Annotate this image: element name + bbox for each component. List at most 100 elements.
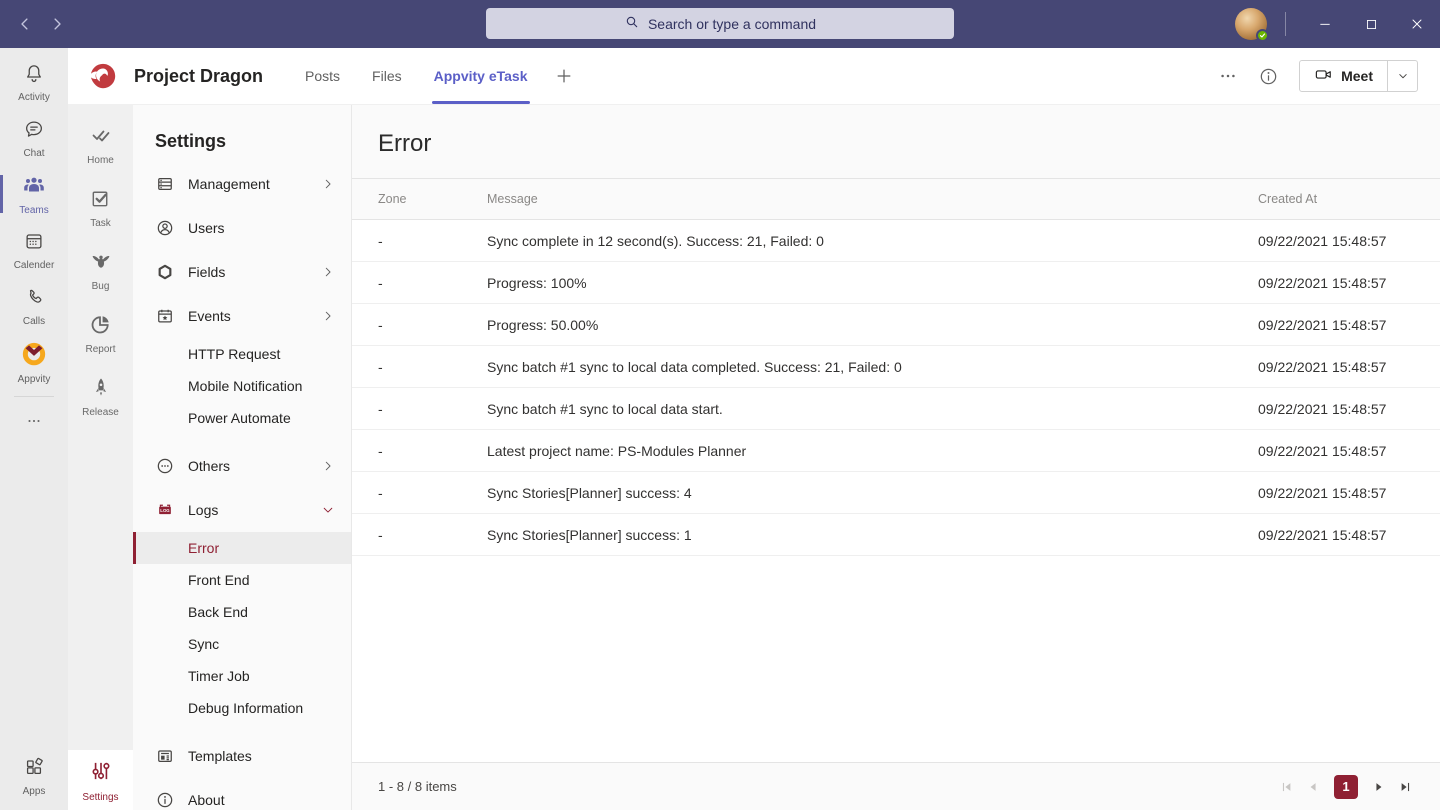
- module-bug[interactable]: Bug: [68, 239, 133, 302]
- table-row[interactable]: - Latest project name: PS-Modules Planne…: [352, 430, 1440, 472]
- events-calendar-icon: [155, 306, 175, 326]
- nav-forward-icon[interactable]: [48, 15, 66, 33]
- tab-files[interactable]: Files: [356, 48, 418, 104]
- nav-others[interactable]: Others: [133, 444, 351, 488]
- camera-icon: [1314, 65, 1333, 87]
- sidebar-item-teams[interactable]: Teams: [0, 166, 68, 222]
- module-settings[interactable]: Settings: [68, 750, 133, 810]
- current-page-button[interactable]: 1: [1334, 775, 1358, 799]
- minimize-button[interactable]: [1302, 0, 1348, 48]
- pagination-bar: 1 - 8 / 8 items 1: [352, 762, 1440, 810]
- etask-module-rail: Home Task Bug Report Release: [68, 105, 133, 810]
- teams-window: Search or type a command: [0, 0, 1440, 810]
- table-row[interactable]: - Sync Stories[Planner] success: 1 09/22…: [352, 514, 1440, 556]
- main-content: Error Zone Message Created At - Sync com…: [352, 105, 1440, 810]
- nav-users[interactable]: Users: [133, 206, 351, 250]
- tab-appvity-etask[interactable]: Appvity eTask: [418, 48, 544, 104]
- cell-zone: -: [352, 275, 487, 291]
- task-checkbox-icon: [89, 187, 112, 215]
- sidebar-item-calendar[interactable]: Calender: [0, 222, 68, 278]
- cell-message: Progress: 50.00%: [487, 317, 1258, 333]
- meet-options-chevron-icon[interactable]: [1387, 61, 1417, 91]
- module-release[interactable]: Release: [68, 365, 133, 428]
- bell-icon: [23, 62, 45, 89]
- add-tab-icon[interactable]: [554, 66, 574, 86]
- channel-info-icon[interactable]: [1258, 66, 1279, 87]
- titlebar-divider: [1285, 12, 1286, 36]
- close-button[interactable]: [1394, 0, 1440, 48]
- cell-created-at: 09/22/2021 15:48:57: [1258, 275, 1440, 291]
- table-row[interactable]: - Sync Stories[Planner] success: 4 09/22…: [352, 472, 1440, 514]
- nav-logs-error[interactable]: Error: [133, 532, 351, 564]
- tab-posts[interactable]: Posts: [289, 48, 356, 104]
- nav-logs-front-end[interactable]: Front End: [133, 564, 351, 596]
- team-name: Project Dragon: [134, 66, 263, 87]
- sidebar-item-activity[interactable]: Activity: [0, 54, 68, 110]
- calendar-icon: [23, 230, 45, 257]
- table-row[interactable]: - Sync complete in 12 second(s). Success…: [352, 220, 1440, 262]
- nav-back-icon[interactable]: [16, 15, 34, 33]
- window-titlebar: Search or type a command: [0, 0, 1440, 48]
- more-apps-icon[interactable]: [0, 403, 68, 439]
- module-report[interactable]: Report: [68, 302, 133, 365]
- fields-icon: [155, 262, 175, 282]
- chevron-right-icon: [321, 459, 335, 473]
- module-home[interactable]: Home: [68, 113, 133, 176]
- nav-logs-sync[interactable]: Sync: [133, 628, 351, 660]
- search-input[interactable]: Search or type a command: [486, 8, 954, 39]
- page-title: Error: [352, 105, 1440, 178]
- first-page-icon[interactable]: [1280, 780, 1294, 794]
- chevron-right-icon: [321, 265, 335, 279]
- more-options-icon[interactable]: [1218, 66, 1238, 86]
- table-row[interactable]: - Progress: 100% 09/22/2021 15:48:57: [352, 262, 1440, 304]
- cell-message: Progress: 100%: [487, 275, 1258, 291]
- nav-logs-timer-job[interactable]: Timer Job: [133, 660, 351, 692]
- presence-available-icon: [1256, 29, 1269, 42]
- nav-http-request[interactable]: HTTP Request: [133, 338, 351, 370]
- column-header-created-at[interactable]: Created At: [1258, 192, 1440, 206]
- sidebar-item-appvity[interactable]: Appvity: [0, 334, 68, 390]
- app-bar: Activity Chat Teams Calender Calls: [0, 48, 68, 810]
- cell-message: Sync batch #1 sync to local data complet…: [487, 359, 1258, 375]
- avatar[interactable]: [1235, 8, 1267, 40]
- sidebar-item-chat[interactable]: Chat: [0, 110, 68, 166]
- cell-zone: -: [352, 359, 487, 375]
- nav-fields[interactable]: Fields: [133, 250, 351, 294]
- phone-icon: [23, 286, 45, 313]
- templates-icon: [155, 746, 175, 766]
- previous-page-icon[interactable]: [1306, 780, 1320, 794]
- channel-header: Project Dragon Posts Files Appvity eTask: [68, 48, 1440, 105]
- items-summary: 1 - 8 / 8 items: [378, 779, 457, 794]
- sidebar-item-apps[interactable]: Apps: [0, 748, 68, 804]
- last-page-icon[interactable]: [1398, 780, 1412, 794]
- nav-management[interactable]: Management: [133, 162, 351, 206]
- table-header: Zone Message Created At: [352, 178, 1440, 220]
- nav-logs[interactable]: LOG Logs: [133, 488, 351, 532]
- cell-created-at: 09/22/2021 15:48:57: [1258, 233, 1440, 249]
- chevron-right-icon: [321, 309, 335, 323]
- next-page-icon[interactable]: [1372, 780, 1386, 794]
- table-row[interactable]: - Sync batch #1 sync to local data start…: [352, 388, 1440, 430]
- nav-logs-back-end[interactable]: Back End: [133, 596, 351, 628]
- maximize-button[interactable]: [1348, 0, 1394, 48]
- svg-text:LOG: LOG: [160, 508, 170, 513]
- bug-icon: [89, 249, 113, 278]
- nav-events[interactable]: Events: [133, 294, 351, 338]
- rocket-icon: [89, 375, 113, 404]
- table-row[interactable]: - Progress: 50.00% 09/22/2021 15:48:57: [352, 304, 1440, 346]
- nav-power-automate[interactable]: Power Automate: [133, 402, 351, 434]
- module-task[interactable]: Task: [68, 176, 133, 239]
- sidebar-item-calls[interactable]: Calls: [0, 278, 68, 334]
- cell-zone: -: [352, 317, 487, 333]
- nav-templates[interactable]: Templates: [133, 734, 351, 778]
- table-row[interactable]: - Sync batch #1 sync to local data compl…: [352, 346, 1440, 388]
- nav-logs-debug-information[interactable]: Debug Information: [133, 692, 351, 724]
- column-header-message[interactable]: Message: [487, 192, 1258, 206]
- search-placeholder: Search or type a command: [648, 16, 816, 32]
- column-header-zone[interactable]: Zone: [352, 192, 487, 206]
- meet-button[interactable]: Meet: [1300, 61, 1387, 91]
- nav-mobile-notification[interactable]: Mobile Notification: [133, 370, 351, 402]
- cell-zone: -: [352, 401, 487, 417]
- cell-created-at: 09/22/2021 15:48:57: [1258, 443, 1440, 459]
- nav-about[interactable]: About: [133, 778, 351, 810]
